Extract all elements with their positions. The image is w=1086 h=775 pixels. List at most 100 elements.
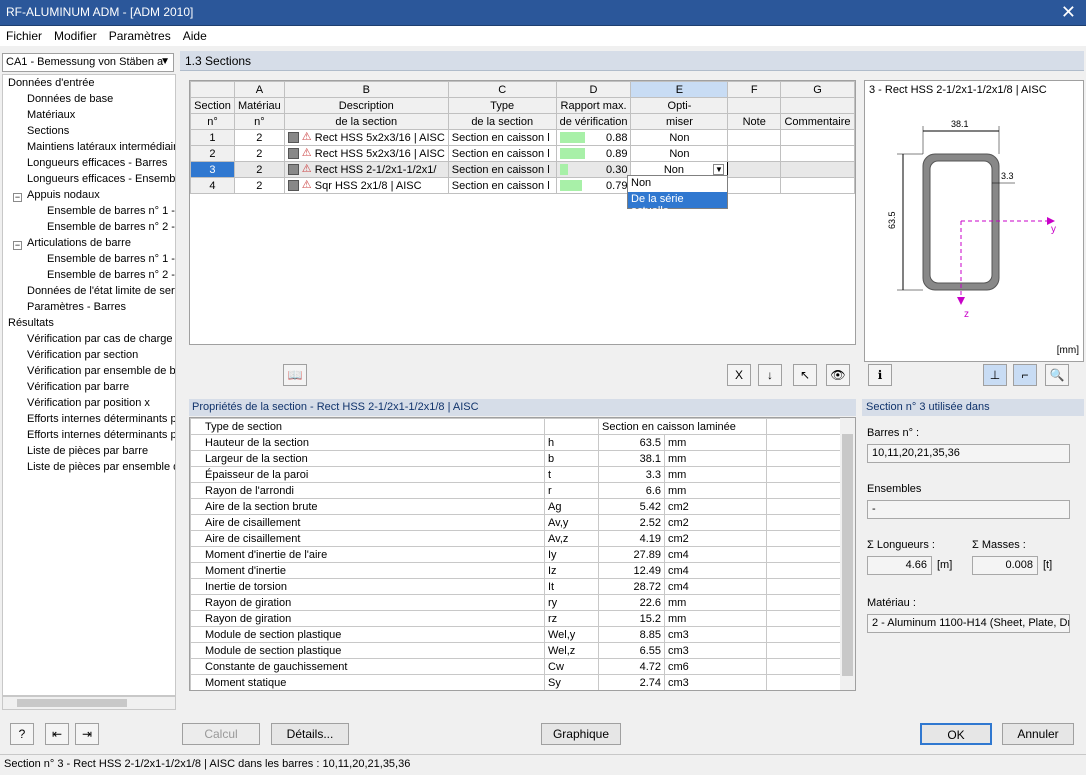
library-icon[interactable]: 📖 (283, 364, 307, 386)
material-cell[interactable]: 2 (233, 145, 285, 162)
property-row[interactable]: Type de section Section en caisson laminé… (190, 418, 841, 435)
property-row[interactable]: Aire de la section brute Ag 5.42 cm2 (190, 498, 841, 515)
collapse-icon[interactable]: − (13, 193, 22, 202)
col-letter[interactable]: E (630, 81, 729, 98)
properties-scrollbar[interactable] (840, 418, 855, 690)
export-icon[interactable]: ⇥ (75, 723, 99, 745)
col-letter[interactable]: F (727, 81, 782, 98)
tree-item[interactable]: Ensemble de barres n° 2 - S (47, 269, 175, 281)
export-excel-icon[interactable]: X (727, 364, 751, 386)
material-cell[interactable]: 2 (233, 177, 285, 194)
property-row[interactable]: Largeur de la section b 38.1 mm (190, 450, 841, 467)
ratio-cell[interactable]: 0.79 (555, 177, 632, 194)
tree-item[interactable]: Résultats (8, 317, 54, 329)
type-cell[interactable]: Section en caisson l (447, 129, 557, 146)
table-row[interactable]: 4 2 ⚠ Sqr HSS 2x1/8 | AISC Section en cai… (190, 177, 855, 194)
tree-item[interactable]: Données de l'état limite de serv (27, 285, 175, 297)
tree-item[interactable]: Longueurs efficaces - Ensembles (27, 173, 175, 185)
material-cell[interactable]: 2 (233, 129, 285, 146)
menu-fichier[interactable]: Fichier (0, 26, 48, 43)
axes-icon[interactable]: ⌐ (1013, 364, 1037, 386)
note-cell[interactable] (727, 129, 782, 146)
property-row[interactable]: Moment d'inertie Iz 12.49 cm4 (190, 562, 841, 579)
material-cell[interactable]: 2 (233, 161, 285, 178)
view-icon[interactable]: 👁 (826, 364, 850, 386)
optimize-cell[interactable]: Non (630, 129, 729, 146)
description-cell[interactable]: ⚠ Rect HSS 2-1/2x1-1/2x1/ (283, 161, 449, 178)
description-cell[interactable]: ⚠ Sqr HSS 2x1/8 | AISC (283, 177, 449, 194)
tree-item[interactable]: Liste de pièces par ensemble d (27, 461, 175, 473)
comment-cell[interactable] (780, 161, 855, 178)
tree-item[interactable]: Vérification par ensemble de ba (27, 365, 175, 377)
property-row[interactable]: Épaisseur de la paroi t 3.3 mm (190, 466, 841, 483)
type-cell[interactable]: Section en caisson l (447, 161, 557, 178)
property-row[interactable]: Hauteur de la section h 63.5 mm (190, 434, 841, 451)
ensembles-field[interactable]: - (867, 500, 1070, 519)
tree-item[interactable]: Longueurs efficaces - Barres (27, 157, 167, 169)
import-excel-icon[interactable]: ↓ (758, 364, 782, 386)
tree-item[interactable]: Efforts internes déterminants p (27, 429, 175, 441)
zoom-icon[interactable]: 🔍 (1045, 364, 1069, 386)
property-row[interactable]: Rayon de giration rz 15.2 mm (190, 610, 841, 627)
description-cell[interactable]: ⚠ Rect HSS 5x2x3/16 | AISC (283, 129, 449, 146)
property-row[interactable]: Aire de cisaillement Av,z 4.19 cm2 (190, 530, 841, 547)
details-button[interactable]: Détails... (271, 723, 349, 745)
col-letter[interactable]: C (447, 81, 557, 98)
info-icon[interactable]: ℹ (868, 364, 892, 386)
tree-item[interactable]: Données de base (27, 93, 113, 105)
property-row[interactable]: Constante de gauchissement Cw 4.72 cm6 (190, 658, 841, 675)
col-letter[interactable]: D (555, 81, 632, 98)
tree-item[interactable]: Vérification par position x (27, 397, 150, 409)
tree-item[interactable]: Appuis nodaux (27, 189, 100, 201)
ratio-cell[interactable]: 0.88 (555, 129, 632, 146)
type-cell[interactable]: Section en caisson l (447, 177, 557, 194)
import-icon[interactable]: ⇤ (45, 723, 69, 745)
chevron-down-icon[interactable]: ▼ (713, 163, 725, 175)
type-cell[interactable]: Section en caisson l (447, 145, 557, 162)
tree-item[interactable]: Paramètres - Barres (27, 301, 126, 313)
tree-item[interactable]: Sections (27, 125, 69, 137)
tree-item[interactable]: Articulations de barre (27, 237, 131, 249)
comment-cell[interactable] (780, 129, 855, 146)
optimize-dropdown[interactable]: Non De la série actuelle (627, 175, 728, 217)
graphique-button[interactable]: Graphique (541, 723, 621, 745)
property-row[interactable]: Rayon de giration ry 22.6 mm (190, 594, 841, 611)
comment-cell[interactable] (780, 145, 855, 162)
masses-field[interactable]: 0.008 (972, 556, 1038, 575)
longueurs-field[interactable]: 4.66 (867, 556, 932, 575)
row-number[interactable]: 2 (190, 145, 235, 162)
tree-item[interactable]: Vérification par cas de charge (27, 333, 173, 345)
calcul-button[interactable]: Calcul (182, 723, 260, 745)
property-row[interactable]: Rayon de l'arrondi r 6.6 mm (190, 482, 841, 499)
row-number[interactable]: 1 (190, 129, 235, 146)
dropdown-option[interactable]: De la série actuelle (628, 192, 727, 217)
select-icon[interactable]: ↖ (793, 364, 817, 386)
table-row[interactable]: 1 2 ⚠ Rect HSS 5x2x3/16 | AISC Section en… (190, 129, 855, 146)
tree-item[interactable]: Ensemble de barres n° 1 - S (47, 253, 175, 265)
property-row[interactable]: Module de section plastique Wel,y 8.85 cm3 (190, 626, 841, 643)
property-row[interactable]: Module de section plastique Wel,z 6.55 cm3 (190, 642, 841, 659)
scroll-thumb[interactable] (842, 434, 853, 676)
property-row[interactable]: Moment d'inertie de l'aire Iy 27.89 cm4 (190, 546, 841, 563)
menu-parametres[interactable]: Paramètres (103, 26, 177, 43)
col-letter[interactable]: B (283, 81, 449, 98)
collapse-icon[interactable]: − (13, 241, 22, 250)
property-row[interactable]: Aire de cisaillement Av,y 2.52 cm2 (190, 514, 841, 531)
case-select[interactable]: CA1 - Bemessung von Stäben a ▼ (2, 53, 174, 72)
tree-item[interactable]: Efforts internes déterminants p (27, 413, 175, 425)
note-cell[interactable] (727, 161, 782, 178)
col-letter[interactable]: A (233, 81, 285, 98)
tree-item[interactable]: Vérification par barre (27, 381, 129, 393)
tree-item[interactable]: Matériaux (27, 109, 75, 121)
dropdown-option[interactable]: Non (628, 176, 727, 192)
property-row[interactable]: Moment statique Sy 2.74 cm3 (190, 674, 841, 690)
comment-cell[interactable] (780, 177, 855, 194)
tree-item[interactable]: Ensemble de barres n° 1 - S (47, 205, 175, 217)
annuler-button[interactable]: Annuler (1002, 723, 1074, 745)
tree-item[interactable]: Maintiens latéraux intermédiaires (27, 141, 175, 153)
row-number[interactable]: 3 (190, 161, 235, 178)
barres-field[interactable]: 10,11,20,21,35,36 (867, 444, 1070, 463)
menu-aide[interactable]: Aide (177, 26, 213, 43)
tree-scrollbar[interactable] (2, 696, 176, 710)
row-number[interactable]: 4 (190, 177, 235, 194)
